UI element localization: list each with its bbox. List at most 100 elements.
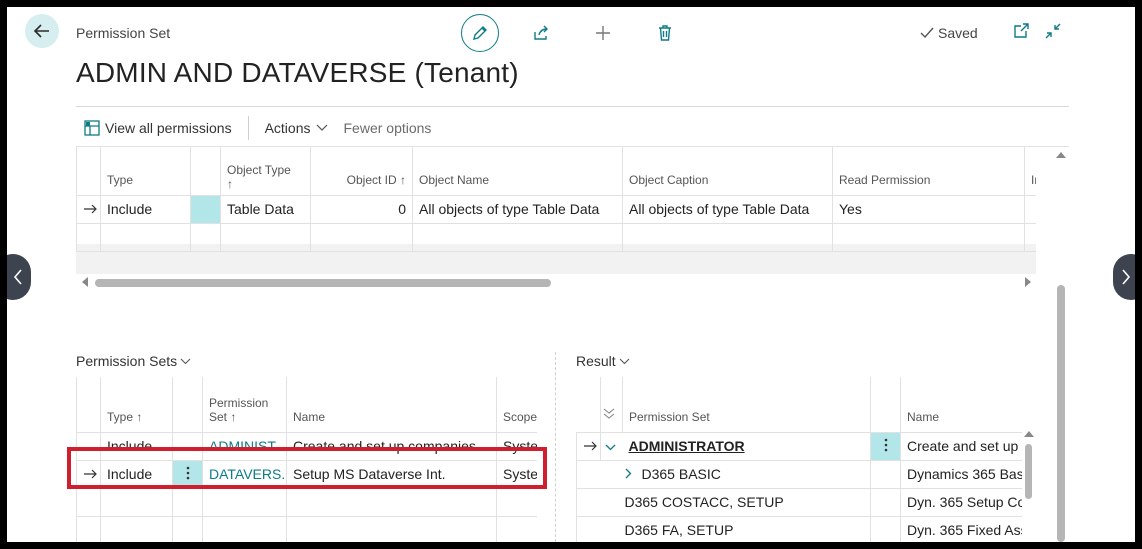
- col-scope[interactable]: Scope: [496, 377, 537, 433]
- cell[interactable]: [496, 515, 537, 542]
- cell-permission-set[interactable]: ADMINISTRATOR: [622, 431, 871, 461]
- col-object-caption[interactable]: Object Caption: [622, 147, 833, 196]
- col-object-type[interactable]: Object Type ↑: [220, 147, 311, 196]
- col-next[interactable]: In: [1024, 147, 1036, 196]
- delete-button[interactable]: [653, 21, 677, 45]
- cell-name[interactable]: Create and set up c: [900, 431, 1022, 461]
- previous-record-button[interactable]: [7, 254, 31, 300]
- result-header[interactable]: Result: [576, 353, 630, 369]
- cell[interactable]: [190, 222, 221, 252]
- share-button[interactable]: [529, 21, 553, 45]
- cell-permission-set[interactable]: D365 BASIC: [622, 459, 871, 489]
- col-permission-set[interactable]: Permission Set ↑: [202, 377, 287, 433]
- chevron-down-icon: [316, 124, 327, 131]
- cell[interactable]: [172, 515, 203, 542]
- cell[interactable]: [286, 515, 497, 542]
- cell-read-permission[interactable]: Yes: [832, 194, 1025, 224]
- cell[interactable]: [310, 222, 413, 252]
- cell[interactable]: [100, 487, 173, 517]
- table-row[interactable]: [76, 222, 1036, 252]
- cell[interactable]: [496, 487, 537, 517]
- cell[interactable]: [286, 487, 497, 517]
- row-indicator[interactable]: [76, 194, 101, 224]
- horizontal-scrollbar-thumb[interactable]: [95, 279, 551, 287]
- highlight-annotation: [67, 447, 547, 489]
- cell-object-caption[interactable]: All objects of type Table Data: [622, 194, 833, 224]
- scroll-left-icon[interactable]: [81, 277, 89, 287]
- trash-icon: [659, 25, 671, 41]
- col-permission-set[interactable]: Permission Set: [622, 377, 871, 433]
- table-row[interactable]: D365 FA, SETUP Dyn. 365 Fixed Ass: [576, 515, 1022, 542]
- cell[interactable]: [202, 515, 287, 542]
- cell[interactable]: [100, 515, 173, 542]
- back-button[interactable]: [25, 14, 59, 48]
- table-row[interactable]: [76, 515, 537, 542]
- cell-name[interactable]: Dynamics 365 Basic: [900, 459, 1022, 489]
- result-grid: Permission Set Name ADMINISTRATOR Create…: [576, 377, 1022, 542]
- row-selector[interactable]: [870, 515, 901, 542]
- cell[interactable]: [1024, 222, 1036, 252]
- collapse-button[interactable]: [1043, 21, 1063, 41]
- grid-indicator-header: [76, 147, 101, 196]
- fewer-options-button[interactable]: Fewer options: [336, 115, 440, 141]
- row-indicator[interactable]: [76, 515, 101, 542]
- cell[interactable]: [832, 222, 1025, 252]
- permission-sets-header[interactable]: Permission Sets: [76, 353, 191, 369]
- row-indicator[interactable]: [576, 487, 601, 517]
- row-selector[interactable]: [870, 459, 901, 489]
- next-record-button[interactable]: [1113, 254, 1135, 300]
- view-all-permissions-button[interactable]: View all permissions: [76, 115, 240, 141]
- cell[interactable]: [622, 222, 833, 252]
- popout-button[interactable]: [1011, 21, 1031, 41]
- cell-permission-set[interactable]: D365 FA, SETUP: [622, 515, 871, 542]
- row-selector[interactable]: [190, 194, 221, 224]
- col-type[interactable]: Type ↑: [100, 377, 173, 433]
- cell[interactable]: [172, 487, 203, 517]
- row-indicator[interactable]: [76, 222, 101, 252]
- cell-object-id[interactable]: 0: [310, 194, 413, 224]
- table-row[interactable]: D365 COSTACC, SETUP Dyn. 365 Setup Co: [576, 487, 1022, 517]
- table-row[interactable]: ADMINISTRATOR Create and set up c: [576, 431, 1022, 461]
- col-spacer: [190, 147, 221, 196]
- row-indicator[interactable]: [576, 459, 601, 489]
- new-button[interactable]: [591, 21, 615, 45]
- cell-permission-set[interactable]: D365 COSTACC, SETUP: [622, 487, 871, 517]
- table-row[interactable]: D365 BASIC Dynamics 365 Basic: [576, 459, 1022, 489]
- vertical-scrollbar-thumb[interactable]: [1057, 285, 1065, 542]
- col-object-id[interactable]: Object ID ↑: [310, 147, 413, 196]
- cell[interactable]: [202, 487, 287, 517]
- row-indicator[interactable]: [576, 431, 601, 461]
- row-menu-button[interactable]: [870, 431, 901, 461]
- expand-all-header[interactable]: [600, 377, 623, 433]
- actions-menu-button[interactable]: Actions: [257, 115, 336, 141]
- row-selector[interactable]: [870, 487, 901, 517]
- section-divider: [555, 352, 556, 542]
- cell-object-name[interactable]: All objects of type Table Data: [412, 194, 623, 224]
- table-row[interactable]: Include Table Data 0 All objects of type…: [76, 194, 1036, 224]
- col-object-name[interactable]: Object Name: [412, 147, 623, 196]
- saved-status: Saved: [920, 25, 978, 41]
- col-type[interactable]: Type: [100, 147, 191, 196]
- cell-next[interactable]: [1024, 194, 1036, 224]
- edit-button[interactable]: [461, 14, 499, 52]
- table-row[interactable]: [76, 487, 537, 517]
- cell[interactable]: [412, 222, 623, 252]
- cell[interactable]: [220, 222, 311, 252]
- expand-toggle[interactable]: [600, 459, 623, 489]
- cell-name[interactable]: Dyn. 365 Fixed Ass: [900, 515, 1022, 542]
- col-read-permission[interactable]: Read Permission: [832, 147, 1025, 196]
- row-indicator[interactable]: [76, 487, 101, 517]
- result-scroll-up-icon[interactable]: [1024, 430, 1034, 438]
- page-frame: Permission Set ADMIN AND DATAVERSE (Tena…: [7, 7, 1135, 542]
- scroll-right-icon[interactable]: [1024, 277, 1032, 287]
- cell-type[interactable]: Include: [100, 194, 191, 224]
- result-scrollbar-thumb[interactable]: [1025, 444, 1032, 499]
- col-name[interactable]: Name: [286, 377, 497, 433]
- cell-name[interactable]: Dyn. 365 Setup Co: [900, 487, 1022, 517]
- expand-toggle[interactable]: [600, 431, 623, 461]
- cell-object-type[interactable]: Table Data: [220, 194, 311, 224]
- row-indicator[interactable]: [576, 515, 601, 542]
- scroll-up-icon[interactable]: [1056, 151, 1066, 159]
- cell[interactable]: [100, 222, 191, 252]
- col-name[interactable]: Name: [900, 377, 1022, 433]
